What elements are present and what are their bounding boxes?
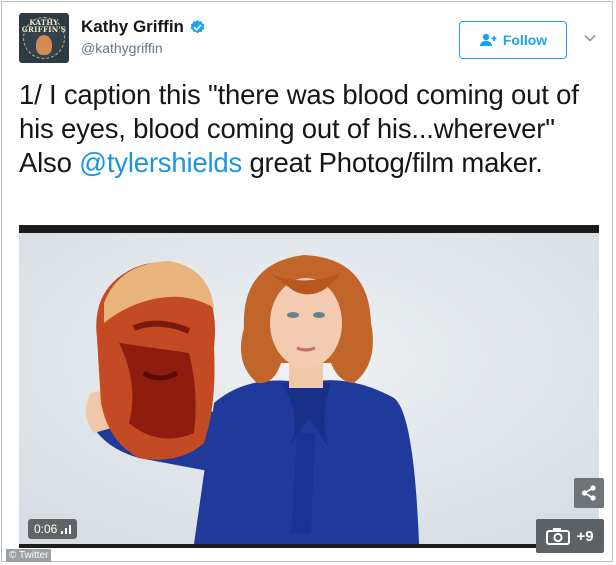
avatar-face bbox=[36, 35, 52, 55]
video-duration: 0:06 bbox=[34, 522, 58, 536]
camera-icon bbox=[546, 528, 571, 545]
chevron-down-icon[interactable] bbox=[583, 31, 597, 45]
follow-user-icon bbox=[479, 33, 497, 46]
author-name-row: Kathy Griffin bbox=[81, 17, 206, 37]
share-button[interactable] bbox=[574, 478, 604, 508]
media-video[interactable] bbox=[19, 225, 599, 548]
author-name[interactable]: Kathy Griffin bbox=[81, 17, 184, 37]
avatar[interactable]: KATHY GRIFFIN'S bbox=[19, 13, 69, 63]
video-frame bbox=[19, 233, 599, 544]
avatar-logo-text: KATHY GRIFFIN'S bbox=[21, 18, 67, 34]
gallery-count: +9 bbox=[576, 527, 594, 545]
share-icon bbox=[581, 485, 596, 501]
verified-icon bbox=[190, 19, 205, 33]
follow-label: Follow bbox=[502, 32, 548, 48]
follow-button[interactable]: Follow bbox=[459, 21, 567, 59]
signal-bars-icon bbox=[61, 524, 72, 534]
mention-link[interactable]: @tylershields bbox=[79, 147, 242, 178]
tweet-text: 1/ I caption this "there was blood comin… bbox=[19, 78, 604, 180]
video-duration-badge: 0:06 bbox=[28, 519, 78, 539]
media-bottom-bar bbox=[19, 544, 599, 548]
image-credit: © Twitter bbox=[6, 549, 52, 562]
media-top-bar bbox=[19, 225, 599, 233]
gallery-button[interactable]: +9 bbox=[536, 519, 604, 553]
tweet-text-tail: great Photog/film maker. bbox=[242, 147, 543, 178]
author-handle[interactable]: @kathygriffin bbox=[81, 40, 163, 56]
